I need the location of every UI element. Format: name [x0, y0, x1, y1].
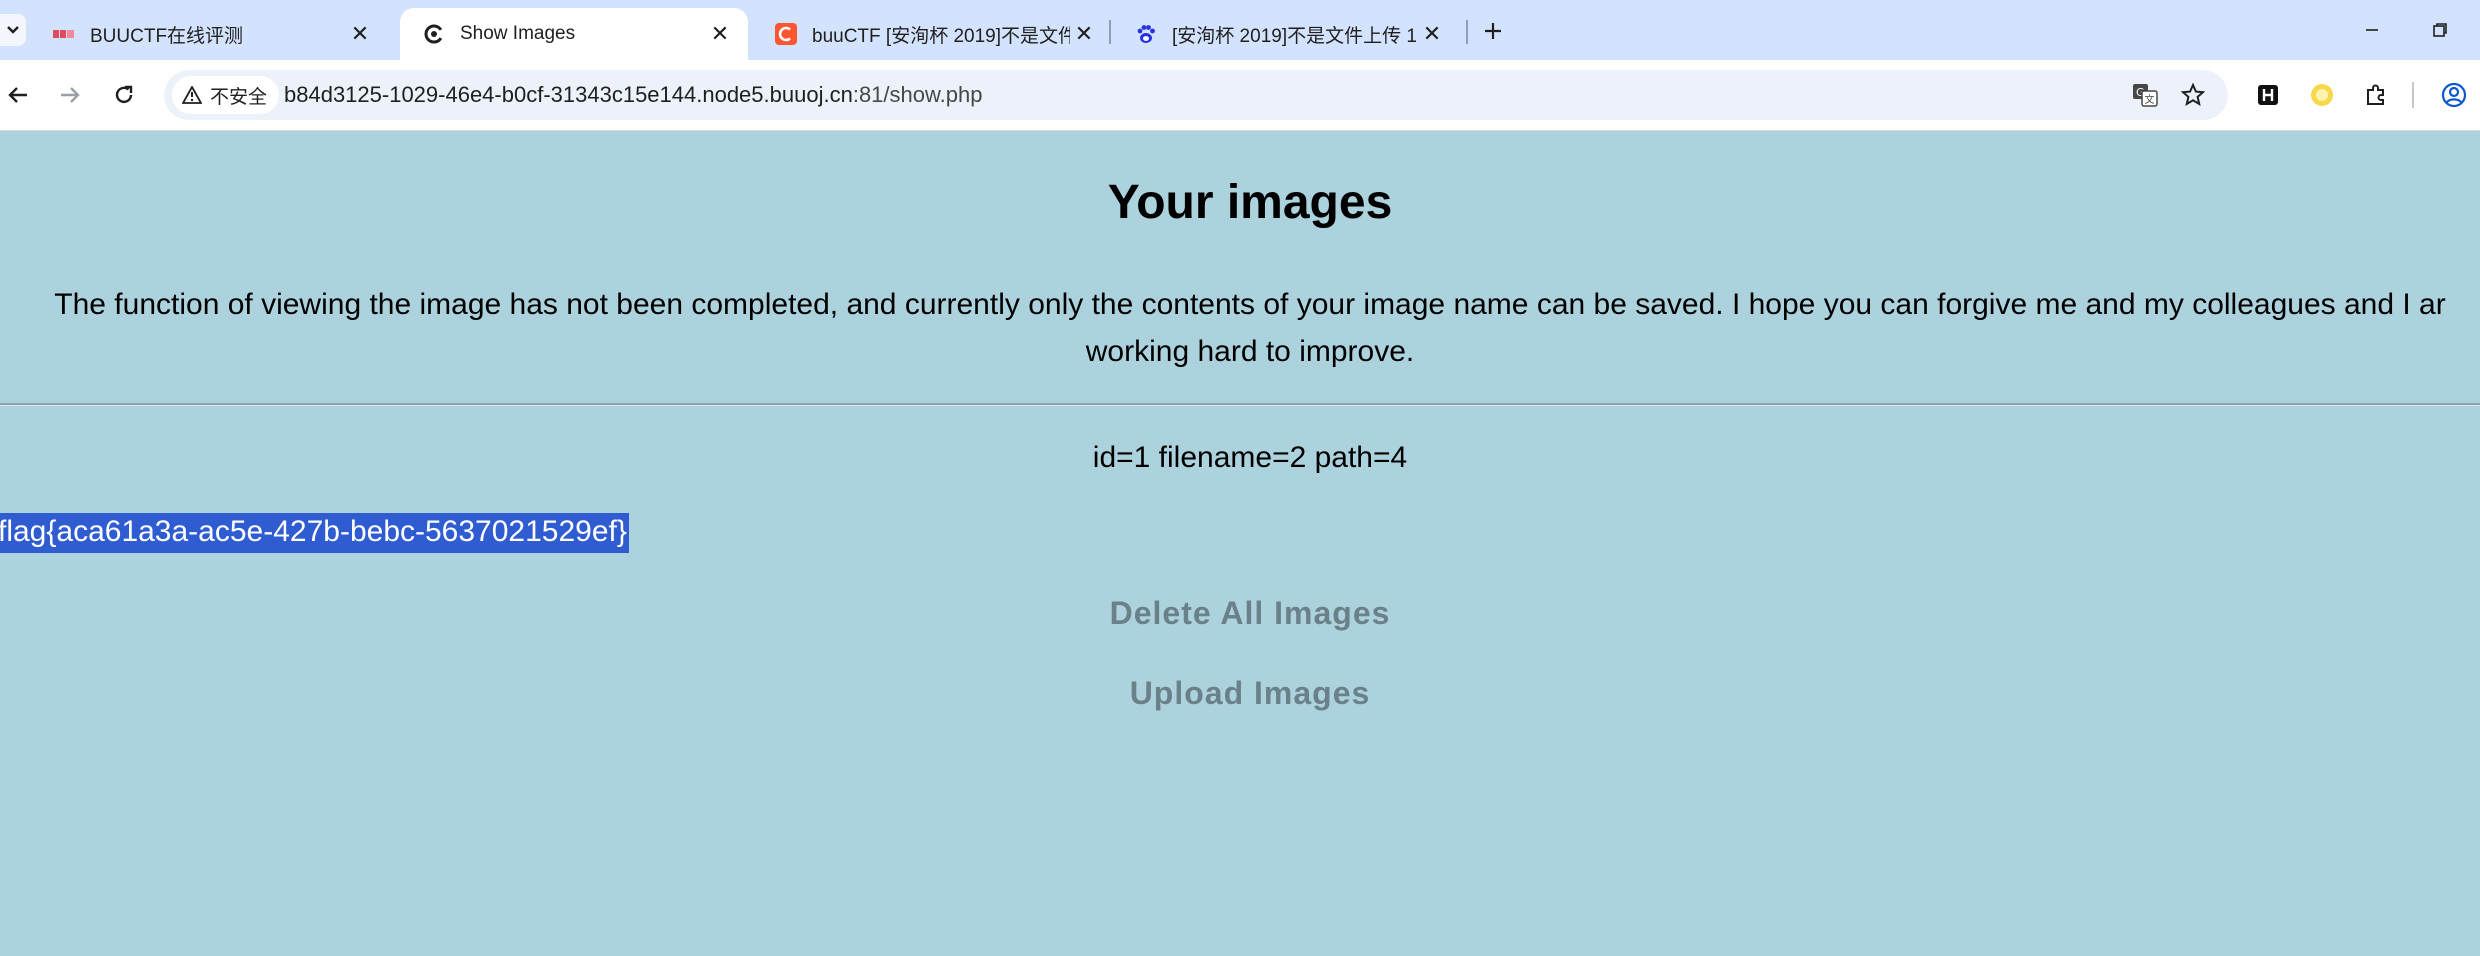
- page-title: Your images: [1107, 176, 1393, 229]
- upload-images-label[interactable]: Upload Images: [1130, 675, 1371, 711]
- tab-strip: BUUCTF在线评测 ✕ Show Images ✕ buuCTF [安洵杯 2…: [0, 0, 2480, 60]
- tab-title: [安洵杯 2019]不是文件上传 1: [1172, 25, 1417, 47]
- image-info-text: id=1 filename=2 path=4: [1092, 441, 1408, 474]
- tab-show-images[interactable]: Show Images ✕: [400, 8, 748, 60]
- restore-button[interactable]: [2420, 10, 2460, 50]
- url-text[interactable]: b84d3125-1029-46e4-b0cf-31343c15e144.nod…: [284, 82, 983, 108]
- tab-baidu[interactable]: [安洵杯 2019]不是文件上传 1 ✕: [1112, 8, 1460, 60]
- description-line: working hard to improve.: [1085, 335, 1415, 368]
- tab-title: BUUCTF在线评测: [90, 25, 244, 47]
- new-tab-button[interactable]: [1476, 14, 1510, 48]
- address-bar[interactable]: 不安全 b84d3125-1029-46e4-b0cf-31343c15e144…: [164, 70, 2228, 120]
- delete-all-images-link[interactable]: Delete All Images: [0, 595, 2480, 632]
- extension-yellow-button[interactable]: [2304, 77, 2340, 113]
- description-line: The function of viewing the image has no…: [54, 288, 2446, 321]
- profile-button[interactable]: [2436, 77, 2472, 113]
- bookmark-button[interactable]: [2178, 80, 2208, 110]
- puzzle-icon: [2367, 84, 2384, 105]
- minimize-button[interactable]: [2352, 10, 2392, 50]
- tab-title: Show Images: [460, 23, 576, 44]
- divider: [0, 403, 2480, 406]
- tab-separator: [1109, 20, 1111, 44]
- reload-icon: [115, 85, 133, 104]
- baidu-paw-icon: [1134, 22, 1158, 46]
- tab-csdn[interactable]: buuCTF [安洵杯 2019]不是文件 ✕: [752, 8, 1112, 60]
- tab-separator: [1466, 20, 1468, 44]
- extensions-button[interactable]: [2358, 77, 2394, 113]
- star-icon: [2181, 83, 2205, 107]
- security-chip[interactable]: 不安全: [172, 76, 280, 114]
- arrow-left-icon: [8, 87, 27, 103]
- url-path: :81/show.php: [852, 82, 983, 107]
- svg-text:文: 文: [2145, 93, 2155, 106]
- close-icon[interactable]: ✕: [1070, 20, 1098, 48]
- buuctf-icon: [52, 22, 76, 46]
- minimize-icon: [2366, 29, 2378, 31]
- flag-text-selected[interactable]: flag{aca61a3a-ac5e-427b-bebc-5637021529e…: [0, 513, 629, 553]
- yellow-circle-extension-icon: [2311, 84, 2333, 106]
- forward-button[interactable]: [52, 77, 88, 113]
- translate-button[interactable]: G文: [2130, 80, 2160, 110]
- warning-icon: [182, 86, 202, 104]
- tab-title: buuCTF [安洵杯 2019]不是文件: [812, 25, 1070, 47]
- tab-search-button[interactable]: [0, 14, 26, 46]
- browser-window: BUUCTF在线评测 ✕ Show Images ✕ buuCTF [安洵杯 2…: [0, 0, 2480, 956]
- reload-button[interactable]: [106, 77, 142, 113]
- page-description: The function of viewing the image has no…: [0, 281, 2480, 375]
- chevron-down-icon: [7, 26, 19, 34]
- csdn-icon: [774, 22, 798, 46]
- restore-icon: [2433, 23, 2447, 37]
- close-icon[interactable]: ✕: [346, 20, 374, 48]
- arrow-right-icon: [61, 87, 80, 103]
- back-button[interactable]: [0, 77, 36, 113]
- account-icon: [2441, 82, 2467, 108]
- page-content: Your images The function of viewing the …: [0, 131, 2480, 956]
- toolbar-divider: [2412, 82, 2414, 108]
- security-label: 不安全: [210, 86, 268, 108]
- close-icon[interactable]: ✕: [706, 20, 734, 48]
- site-icon: [422, 22, 446, 46]
- delete-all-images-label[interactable]: Delete All Images: [1110, 595, 1391, 631]
- translate-icon: G文: [2133, 84, 2158, 107]
- url-host: b84d3125-1029-46e4-b0cf-31343c15e144.nod…: [284, 82, 853, 107]
- upload-images-link[interactable]: Upload Images: [0, 675, 2480, 712]
- extension-h-button[interactable]: [2250, 77, 2286, 113]
- h-extension-icon: [2258, 85, 2278, 105]
- plus-icon: [1485, 23, 1501, 39]
- close-icon[interactable]: ✕: [1418, 20, 1446, 48]
- browser-toolbar: 不安全 b84d3125-1029-46e4-b0cf-31343c15e144…: [0, 60, 2480, 131]
- tab-buuctf[interactable]: BUUCTF在线评测 ✕: [30, 8, 388, 60]
